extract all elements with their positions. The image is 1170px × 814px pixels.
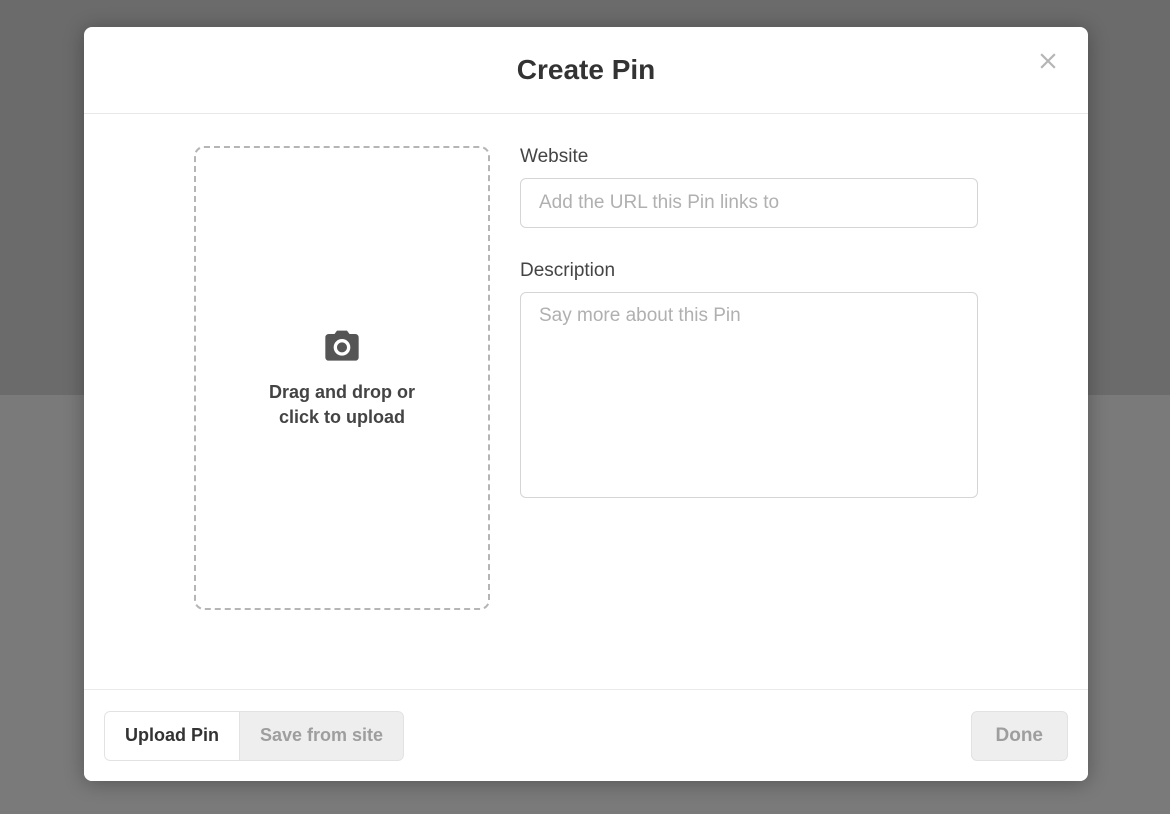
description-label: Description [520,260,978,282]
source-toggle: Upload Pin Save from site [104,711,404,761]
save-from-site-tab[interactable]: Save from site [240,711,404,761]
create-pin-modal: Create Pin Drag and drop or clic [84,27,1088,781]
upload-text: Drag and drop or click to upload [269,380,415,429]
upload-dropzone[interactable]: Drag and drop or click to upload [194,146,490,610]
done-button[interactable]: Done [971,711,1069,761]
close-icon [1035,48,1061,79]
upload-text-line1: Drag and drop or [269,382,415,402]
description-input[interactable] [520,292,978,498]
website-input[interactable] [520,178,978,228]
camera-icon [322,327,362,366]
website-label: Website [520,146,978,168]
upload-pin-tab[interactable]: Upload Pin [104,711,240,761]
close-button[interactable] [1030,45,1066,81]
modal-footer: Upload Pin Save from site Done [84,689,1088,781]
upload-text-line2: click to upload [279,407,405,427]
modal-header: Create Pin [84,27,1088,114]
form-column: Website Description [520,146,978,669]
modal-body: Drag and drop or click to upload Website… [84,114,1088,689]
modal-title: Create Pin [517,54,656,86]
modal-backdrop: Create Pin Drag and drop or clic [0,0,1170,814]
